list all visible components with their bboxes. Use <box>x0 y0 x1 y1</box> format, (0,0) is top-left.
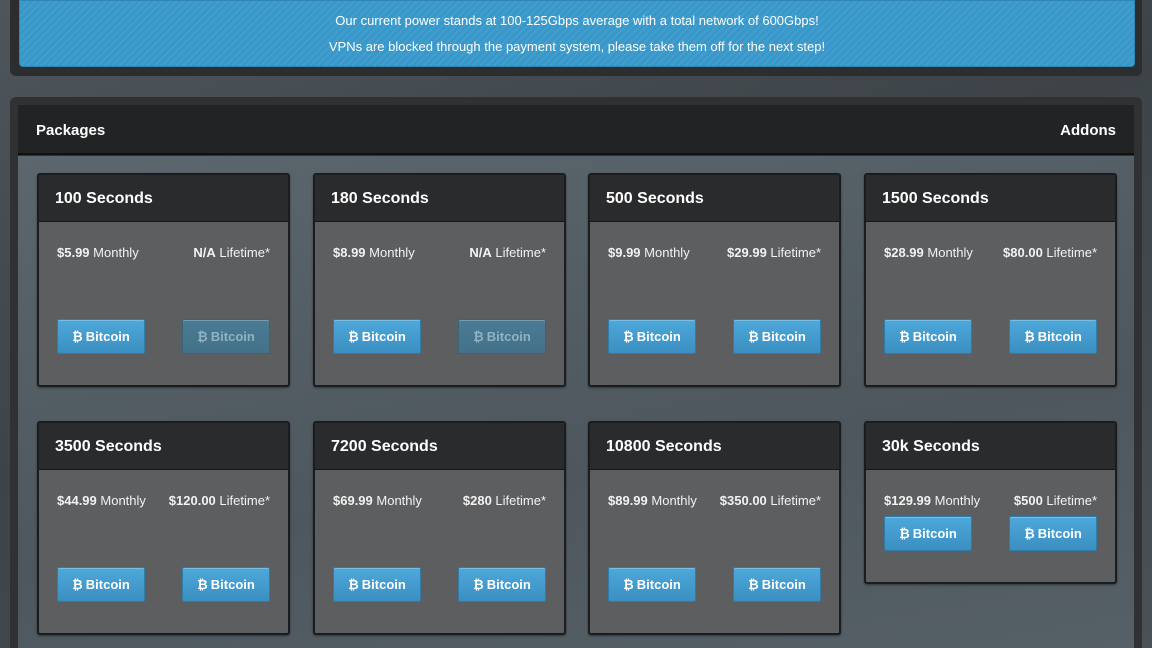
bitcoin-monthly-button[interactable]: ₿ Bitcoin <box>57 567 145 602</box>
lifetime-price: $120.00 Lifetime* <box>168 493 270 508</box>
bitcoin-icon: ₿ <box>72 577 83 592</box>
monthly-price: $44.99 Monthly <box>57 493 146 508</box>
banner-line-power: Our current power stands at 100-125Gbps … <box>335 13 819 28</box>
lifetime-price: $80.00 Lifetime* <box>1003 245 1097 260</box>
bitcoin-monthly-button[interactable]: ₿ Bitcoin <box>57 319 145 354</box>
bitcoin-monthly-button[interactable]: ₿ Bitcoin <box>333 319 421 354</box>
bitcoin-icon: ₿ <box>72 329 83 344</box>
lifetime-price: $280 Lifetime* <box>462 493 546 508</box>
package-name: 3500 Seconds <box>39 423 288 470</box>
lifetime-price: $350.00 Lifetime* <box>719 493 821 508</box>
bitcoin-lifetime-button: ₿ Bitcoin <box>458 319 546 354</box>
package-name: 500 Seconds <box>590 175 839 222</box>
bitcoin-monthly-button[interactable]: ₿ Bitcoin <box>884 516 972 551</box>
bitcoin-lifetime-button[interactable]: ₿ Bitcoin <box>733 567 821 602</box>
bitcoin-lifetime-button[interactable]: ₿ Bitcoin <box>182 567 270 602</box>
bitcoin-icon: ₿ <box>623 577 634 592</box>
bitcoin-lifetime-button[interactable]: ₿ Bitcoin <box>458 567 546 602</box>
bitcoin-icon: ₿ <box>473 329 484 344</box>
lifetime-price: $29.99 Lifetime* <box>727 245 821 260</box>
lifetime-price: N/A Lifetime* <box>193 245 270 260</box>
monthly-price: $28.99 Monthly <box>884 245 973 260</box>
monthly-price: $8.99 Monthly <box>333 245 415 260</box>
package-name: 180 Seconds <box>315 175 564 222</box>
package-card: 500 Seconds $9.99 Monthly $29.99 Lifetim… <box>588 173 841 387</box>
package-name: 1500 Seconds <box>866 175 1115 222</box>
packages-panel-header: Packages Addons <box>18 105 1134 155</box>
bitcoin-icon: ₿ <box>899 329 910 344</box>
monthly-price: $89.99 Monthly <box>608 493 697 508</box>
package-card: 10800 Seconds $89.99 Monthly $350.00 Lif… <box>588 421 841 635</box>
lifetime-price: $500 Lifetime* <box>1013 493 1097 508</box>
package-name: 7200 Seconds <box>315 423 564 470</box>
bitcoin-monthly-button[interactable]: ₿ Bitcoin <box>608 319 696 354</box>
bitcoin-icon: ₿ <box>1024 329 1035 344</box>
bitcoin-lifetime-button: ₿ Bitcoin <box>182 319 270 354</box>
lifetime-price: N/A Lifetime* <box>469 245 546 260</box>
package-card: 100 Seconds $5.99 Monthly N/A Lifetime* … <box>37 173 290 387</box>
package-card: 1500 Seconds $28.99 Monthly $80.00 Lifet… <box>864 173 1117 387</box>
bitcoin-monthly-button[interactable]: ₿ Bitcoin <box>608 567 696 602</box>
package-card: 180 Seconds $8.99 Monthly N/A Lifetime* … <box>313 173 566 387</box>
banner-line-vpn: VPNs are blocked through the payment sys… <box>328 39 826 54</box>
bitcoin-lifetime-button[interactable]: ₿ Bitcoin <box>1009 319 1097 354</box>
bitcoin-monthly-button[interactable]: ₿ Bitcoin <box>333 567 421 602</box>
bitcoin-icon: ₿ <box>748 329 759 344</box>
bitcoin-lifetime-button[interactable]: ₿ Bitcoin <box>1009 516 1097 551</box>
bitcoin-icon: ₿ <box>197 577 208 592</box>
monthly-price: $69.99 Monthly <box>333 493 422 508</box>
addons-tab[interactable]: Addons <box>1060 122 1116 139</box>
bitcoin-icon: ₿ <box>348 329 359 344</box>
package-card: 7200 Seconds $69.99 Monthly $280 Lifetim… <box>313 421 566 635</box>
bitcoin-icon: ₿ <box>473 577 484 592</box>
bitcoin-icon: ₿ <box>899 526 910 541</box>
bitcoin-icon: ₿ <box>1024 526 1035 541</box>
bitcoin-monthly-button[interactable]: ₿ Bitcoin <box>884 319 972 354</box>
info-banner: Our current power stands at 100-125Gbps … <box>19 0 1135 67</box>
package-name: 10800 Seconds <box>590 423 839 470</box>
monthly-price: $9.99 Monthly <box>608 245 690 260</box>
package-name: 100 Seconds <box>39 175 288 222</box>
bitcoin-icon: ₿ <box>623 329 634 344</box>
bitcoin-icon: ₿ <box>197 329 208 344</box>
package-name: 30k Seconds <box>866 423 1115 470</box>
bitcoin-icon: ₿ <box>748 577 759 592</box>
monthly-price: $5.99 Monthly <box>57 245 139 260</box>
package-card: 30k Seconds $129.99 Monthly $500 Lifetim… <box>864 421 1117 584</box>
monthly-price: $129.99 Monthly <box>884 493 981 508</box>
bitcoin-icon: ₿ <box>348 577 359 592</box>
packages-title: Packages <box>36 122 106 139</box>
package-card: 3500 Seconds $44.99 Monthly $120.00 Life… <box>37 421 290 635</box>
bitcoin-lifetime-button[interactable]: ₿ Bitcoin <box>733 319 821 354</box>
